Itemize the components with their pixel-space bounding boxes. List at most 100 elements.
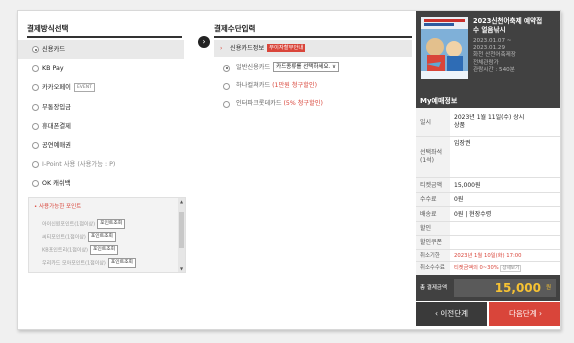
info-key: 티켓금액 — [416, 178, 450, 192]
scroll-up-icon[interactable]: ▲ — [178, 198, 185, 205]
point-label: 씨티포인트(1점이상) — [42, 234, 86, 241]
method-kakao-pay[interactable]: 카카오페이 EVENT — [18, 78, 184, 97]
method-label: I-Point 사용 (사용가능 : P) — [42, 161, 116, 169]
scroll-down-icon[interactable]: ▼ — [178, 265, 185, 272]
hana-card-option[interactable]: 하나컬쳐카드 (1만원 청구할인) — [214, 78, 412, 94]
method-ipoint[interactable]: I-Point 사용 (사용가능 : P) — [18, 155, 184, 174]
info-key: 취소기한 — [416, 250, 450, 261]
event-rating: 전체관람가 — [473, 59, 499, 66]
card-select-value: 카드종류를 선택하세요. — [276, 64, 331, 70]
interpark-card-option[interactable]: 인터파크롯데카드 (5% 청구할인) — [214, 96, 412, 112]
method-label: OK 캐쉬백 — [42, 180, 71, 188]
fee-value: 0원 — [454, 196, 464, 203]
my-booking-title: My예매정보 — [416, 94, 560, 108]
payment-input-title: 결제수단입력 — [214, 24, 256, 33]
info-key: 수수료 — [416, 193, 450, 206]
card-info-label: 신용카드정보 — [230, 45, 265, 52]
interpark-discount-text: (5% 청구할인) — [283, 100, 323, 107]
info-row-ticket: 티켓금액 15,000원 — [416, 178, 560, 193]
info-row-discount: 할인 — [416, 222, 560, 236]
method-label: 무통장입금 — [42, 103, 71, 111]
interpark-card-label-wrap: 인터파크롯데카드 (5% 청구할인) — [236, 96, 323, 112]
event-badge: EVENT — [73, 82, 95, 92]
next-step-label: 다음단계 — [509, 309, 537, 318]
payment-method-panel: 결제방식선택 신용카드 KB Pay 카카오페이 EVENT 무통장입금 휴대폰결… — [18, 11, 186, 329]
prev-step-button[interactable]: ‹ 이전단계 — [416, 302, 487, 326]
info-key: 할인 — [416, 222, 450, 235]
total-unit: 원 — [545, 285, 551, 291]
caret-right-icon: › — [220, 45, 223, 52]
event-info: 2023신천어축제 예약접 수 얼음낚시 2023.01.07 ~ 2023.0… — [473, 17, 560, 74]
radio-icon[interactable] — [32, 141, 39, 149]
title-divider — [214, 36, 412, 38]
point-lookup-button[interactable]: 포인트조회 — [90, 245, 119, 255]
card-info-label-wrap: 신용카드정보 무이자할부안내 — [230, 40, 306, 57]
radio-icon[interactable] — [32, 103, 39, 111]
total-payment-bar: 총 결제금액 15,000 원 — [416, 275, 560, 301]
event-duration: 관람시간 : 540분 — [473, 66, 515, 73]
method-ok-cashbag[interactable]: OK 캐쉬백 — [18, 174, 184, 193]
info-key: 취소수수료 — [416, 262, 450, 275]
event-summary: 2023신천어축제 예약접 수 얼음낚시 2023.01.07 ~ 2023.0… — [416, 11, 560, 94]
seat-key: 선택좌석 — [420, 149, 443, 156]
point-lookup-button[interactable]: 포인트조회 — [87, 232, 116, 242]
interest-free-badge[interactable]: 무이자할부안내 — [267, 44, 306, 52]
method-label: 신용카드 — [42, 46, 66, 53]
card-type-select[interactable]: 카드종류를 선택하세요. ∨ — [273, 62, 340, 72]
method-bank-transfer[interactable]: 무통장입금 — [18, 98, 184, 117]
detail-link[interactable]: 상세보기 — [500, 265, 522, 272]
radio-icon[interactable] — [32, 180, 39, 188]
general-card-label: 일반신용카드 — [236, 64, 271, 71]
point-row: 씨티포인트(1점이상) 포인트조회 — [42, 232, 116, 242]
info-key: 할인쿠폰 — [416, 236, 450, 249]
method-kb-pay[interactable]: KB Pay — [18, 59, 184, 78]
card-info-row: › 신용카드정보 무이자할부안내 — [214, 40, 412, 57]
cancel-fee-wrap: 티켓금액의 0~30% 상세보기 — [454, 262, 560, 275]
radio-icon[interactable] — [32, 65, 39, 73]
payment-method-list: 신용카드 KB Pay 카카오페이 EVENT 무통장입금 휴대폰결제 공연예매권 — [18, 40, 184, 194]
product-value: 상품 — [454, 122, 466, 129]
info-row-coupon: 할인쿠폰 — [416, 236, 560, 250]
event-venue: 화천 산천어축제장 — [473, 52, 516, 59]
seat-value: 입장권 — [454, 140, 471, 147]
info-row-seat: 선택좌석 (1석) 입장권 — [416, 137, 560, 178]
points-scrollbar[interactable]: ▲ ▼ — [178, 198, 185, 272]
scrollbar-thumb[interactable] — [179, 212, 184, 248]
hana-card-label: 하나컬쳐카드 — [236, 82, 271, 89]
radio-icon[interactable] — [32, 84, 39, 92]
interpark-card-label: 인터파크롯데카드 — [236, 100, 282, 107]
points-title: • 사용가능한 포인트 — [34, 204, 82, 210]
general-card-label-wrap: 일반신용카드 카드종류를 선택하세요. ∨ — [236, 60, 340, 76]
event-title-line: 수 얼음낚시 — [473, 26, 506, 34]
info-key: 배송료 — [416, 207, 450, 221]
radio-icon[interactable] — [32, 122, 39, 130]
info-key: 선택좌석 (1석) — [416, 137, 450, 177]
method-label: 공연예매권 — [42, 141, 71, 149]
method-voucher[interactable]: 공연예매권 — [18, 136, 184, 155]
method-phone[interactable]: 휴대폰결제 — [18, 117, 184, 136]
radio-selected-icon[interactable] — [223, 64, 230, 72]
my-booking-panel: 2023신천어축제 예약접 수 얼음낚시 2023.01.07 ~ 2023.0… — [416, 11, 560, 329]
radio-icon[interactable] — [223, 100, 230, 108]
point-row: 우리카드 모아포인트(1점이상) 포인트조회 — [42, 258, 136, 268]
booking-window: 결제방식선택 신용카드 KB Pay 카카오페이 EVENT 무통장입금 휴대폰결… — [17, 10, 561, 330]
radio-icon[interactable] — [32, 161, 39, 169]
method-credit-card[interactable]: 신용카드 — [18, 40, 184, 60]
info-row-date: 일시 2023년 1월 11일(수) 상시 상품 — [416, 108, 560, 137]
info-value: 2023년 1월 11일(수) 상시 상품 — [454, 114, 560, 130]
total-amount: 15,000 — [494, 281, 541, 295]
method-label: 카카오페이 — [42, 84, 71, 92]
radio-selected-icon[interactable] — [32, 46, 39, 53]
point-label: KB포인트리(1점이상) — [42, 247, 88, 254]
radio-icon[interactable] — [223, 82, 230, 90]
title-divider — [27, 36, 182, 38]
point-lookup-button[interactable]: 포인트조회 — [107, 258, 136, 268]
general-card-option[interactable]: 일반신용카드 카드종류를 선택하세요. ∨ — [214, 60, 412, 76]
ticket-price: 15,000원 — [454, 182, 481, 189]
total-label: 총 결제금액 — [420, 285, 448, 291]
point-lookup-button[interactable]: 포인트조회 — [97, 219, 126, 229]
chevron-down-icon: ∨ — [332, 64, 337, 70]
event-poster-image — [421, 17, 468, 79]
date-value: 2023년 1월 11일(수) 상시 — [454, 114, 525, 121]
next-step-button[interactable]: 다음단계 › — [489, 302, 560, 326]
